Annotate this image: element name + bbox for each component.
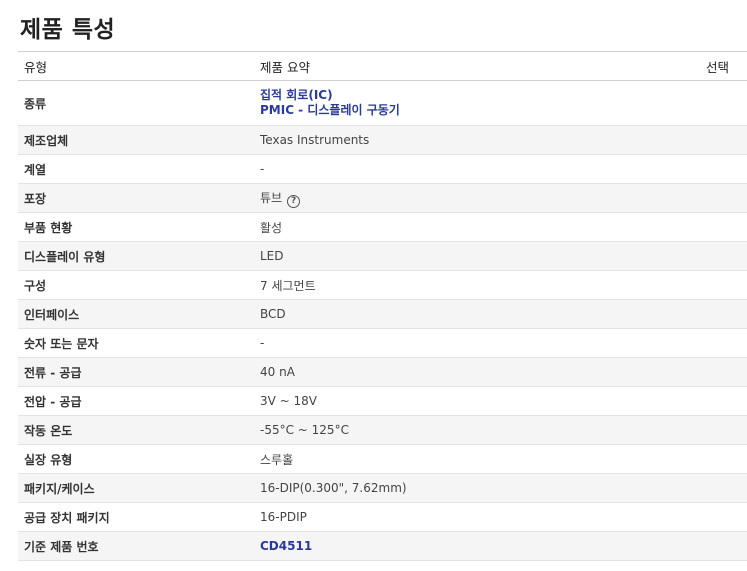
attributes-table: 유형 제품 요약 선택 종류 집적 회로(IC) PMIC - 디스플레이 구동기 제…	[18, 51, 747, 561]
table-row: 숫자 또는 문자 -	[18, 328, 747, 358]
table-row: 제조업체 Texas Instruments	[18, 125, 747, 155]
select-cell	[674, 241, 747, 271]
select-cell	[674, 212, 747, 242]
attribute-value-text: 스루홀	[260, 452, 294, 467]
attribute-value-text: 튜브	[260, 190, 283, 205]
select-cell	[674, 125, 747, 155]
product-attributes-panel: 제품 특성 유형 제품 요약 선택 종류 집적 회로(IC) PMIC - 디스플레…	[0, 0, 747, 571]
attribute-value: -	[254, 328, 674, 358]
table-body: 종류 집적 회로(IC) PMIC - 디스플레이 구동기 제조업체 Texas Ins…	[18, 80, 747, 561]
attribute-value-text: 16-DIP(0.300", 7.62mm)	[260, 481, 407, 495]
table-row: 작동 온도 -55°C ~ 125°C	[18, 415, 747, 445]
attribute-label: 숫자 또는 문자	[18, 328, 254, 358]
attribute-value-text: Texas Instruments	[260, 133, 370, 147]
attribute-value: 3V ~ 18V	[254, 386, 674, 416]
select-cell	[674, 299, 747, 329]
attribute-value: 활성	[254, 212, 674, 242]
select-cell	[674, 502, 747, 532]
attribute-label: 구성	[18, 270, 254, 300]
select-cell	[674, 183, 747, 213]
attribute-value-text: -	[260, 162, 265, 176]
attribute-label: 인터페이스	[18, 299, 254, 329]
attribute-label: 디스플레이 유형	[18, 241, 254, 271]
select-cell	[674, 270, 747, 300]
attribute-label: 제조업체	[18, 125, 254, 155]
attribute-label: 작동 온도	[18, 415, 254, 445]
attribute-link[interactable]: 집적 회로(IC)	[260, 88, 674, 103]
help-icon[interactable]: ?	[287, 194, 301, 208]
table-row: 부품 현황 활성	[18, 212, 747, 242]
attribute-value: 스루홀	[254, 444, 674, 474]
attribute-value: 튜브?	[254, 183, 674, 213]
table-row: 전압 - 공급 3V ~ 18V	[18, 386, 747, 416]
attribute-value-text: 활성	[260, 220, 283, 235]
attribute-label: 실장 유형	[18, 444, 254, 474]
attribute-value: 16-PDIP	[254, 502, 674, 532]
attribute-value-text: -	[260, 336, 265, 350]
table-row: 계열 -	[18, 154, 747, 184]
header-type: 유형	[18, 51, 254, 81]
attribute-value: LED	[254, 241, 674, 271]
select-cell	[674, 80, 747, 126]
attribute-label: 계열	[18, 154, 254, 184]
attribute-label: 패키지/케이스	[18, 473, 254, 503]
attribute-value: -55°C ~ 125°C	[254, 415, 674, 445]
attribute-value-text: 7 세그먼트	[260, 278, 316, 293]
attribute-value: 7 세그먼트	[254, 270, 674, 300]
table-row: 전류 - 공급 40 nA	[18, 357, 747, 387]
header-summary: 제품 요약	[254, 51, 674, 81]
attribute-value: 집적 회로(IC) PMIC - 디스플레이 구동기	[254, 80, 674, 126]
attribute-value: BCD	[254, 299, 674, 329]
attribute-link[interactable]: PMIC - 디스플레이 구동기	[260, 103, 674, 118]
select-cell	[674, 328, 747, 358]
header-select: 선택	[674, 51, 747, 81]
attribute-value-text: BCD	[260, 307, 286, 321]
table-row: 기준 제품 번호 CD4511	[18, 531, 747, 561]
attribute-value: -	[254, 154, 674, 184]
select-cell	[674, 473, 747, 503]
attribute-label: 공급 장치 패키지	[18, 502, 254, 532]
attribute-label: 전압 - 공급	[18, 386, 254, 416]
table-row: 인터페이스 BCD	[18, 299, 747, 329]
select-cell	[674, 444, 747, 474]
table-row: 실장 유형 스루홀	[18, 444, 747, 474]
attribute-label: 전류 - 공급	[18, 357, 254, 387]
select-cell	[674, 415, 747, 445]
page-title: 제품 특성	[20, 17, 116, 43]
attribute-value: 16-DIP(0.300", 7.62mm)	[254, 473, 674, 503]
table-row: 디스플레이 유형 LED	[18, 241, 747, 271]
attribute-value-text: 3V ~ 18V	[260, 394, 318, 408]
select-cell	[674, 357, 747, 387]
table-row: 구성 7 세그먼트	[18, 270, 747, 300]
attribute-value: 40 nA	[254, 357, 674, 387]
attribute-value: CD4511	[254, 531, 674, 561]
table-row: 포장 튜브?	[18, 183, 747, 213]
table-header-row: 유형 제품 요약 선택	[18, 51, 747, 81]
attribute-link[interactable]: CD4511	[260, 539, 674, 554]
attribute-value-text: LED	[260, 249, 284, 263]
attribute-value-text: 16-PDIP	[260, 510, 307, 524]
select-cell	[674, 154, 747, 184]
attribute-label: 기준 제품 번호	[18, 531, 254, 561]
select-cell	[674, 386, 747, 416]
attribute-value: Texas Instruments	[254, 125, 674, 155]
table-row: 패키지/케이스 16-DIP(0.300", 7.62mm)	[18, 473, 747, 503]
table-row: 공급 장치 패키지 16-PDIP	[18, 502, 747, 532]
attribute-value-text: 40 nA	[260, 365, 295, 379]
select-cell	[674, 531, 747, 561]
attribute-label: 종류	[18, 80, 254, 126]
attribute-label: 포장	[18, 183, 254, 213]
attribute-value-text: -55°C ~ 125°C	[260, 423, 349, 437]
attribute-label: 부품 현황	[18, 212, 254, 242]
table-row: 종류 집적 회로(IC) PMIC - 디스플레이 구동기	[18, 80, 747, 126]
